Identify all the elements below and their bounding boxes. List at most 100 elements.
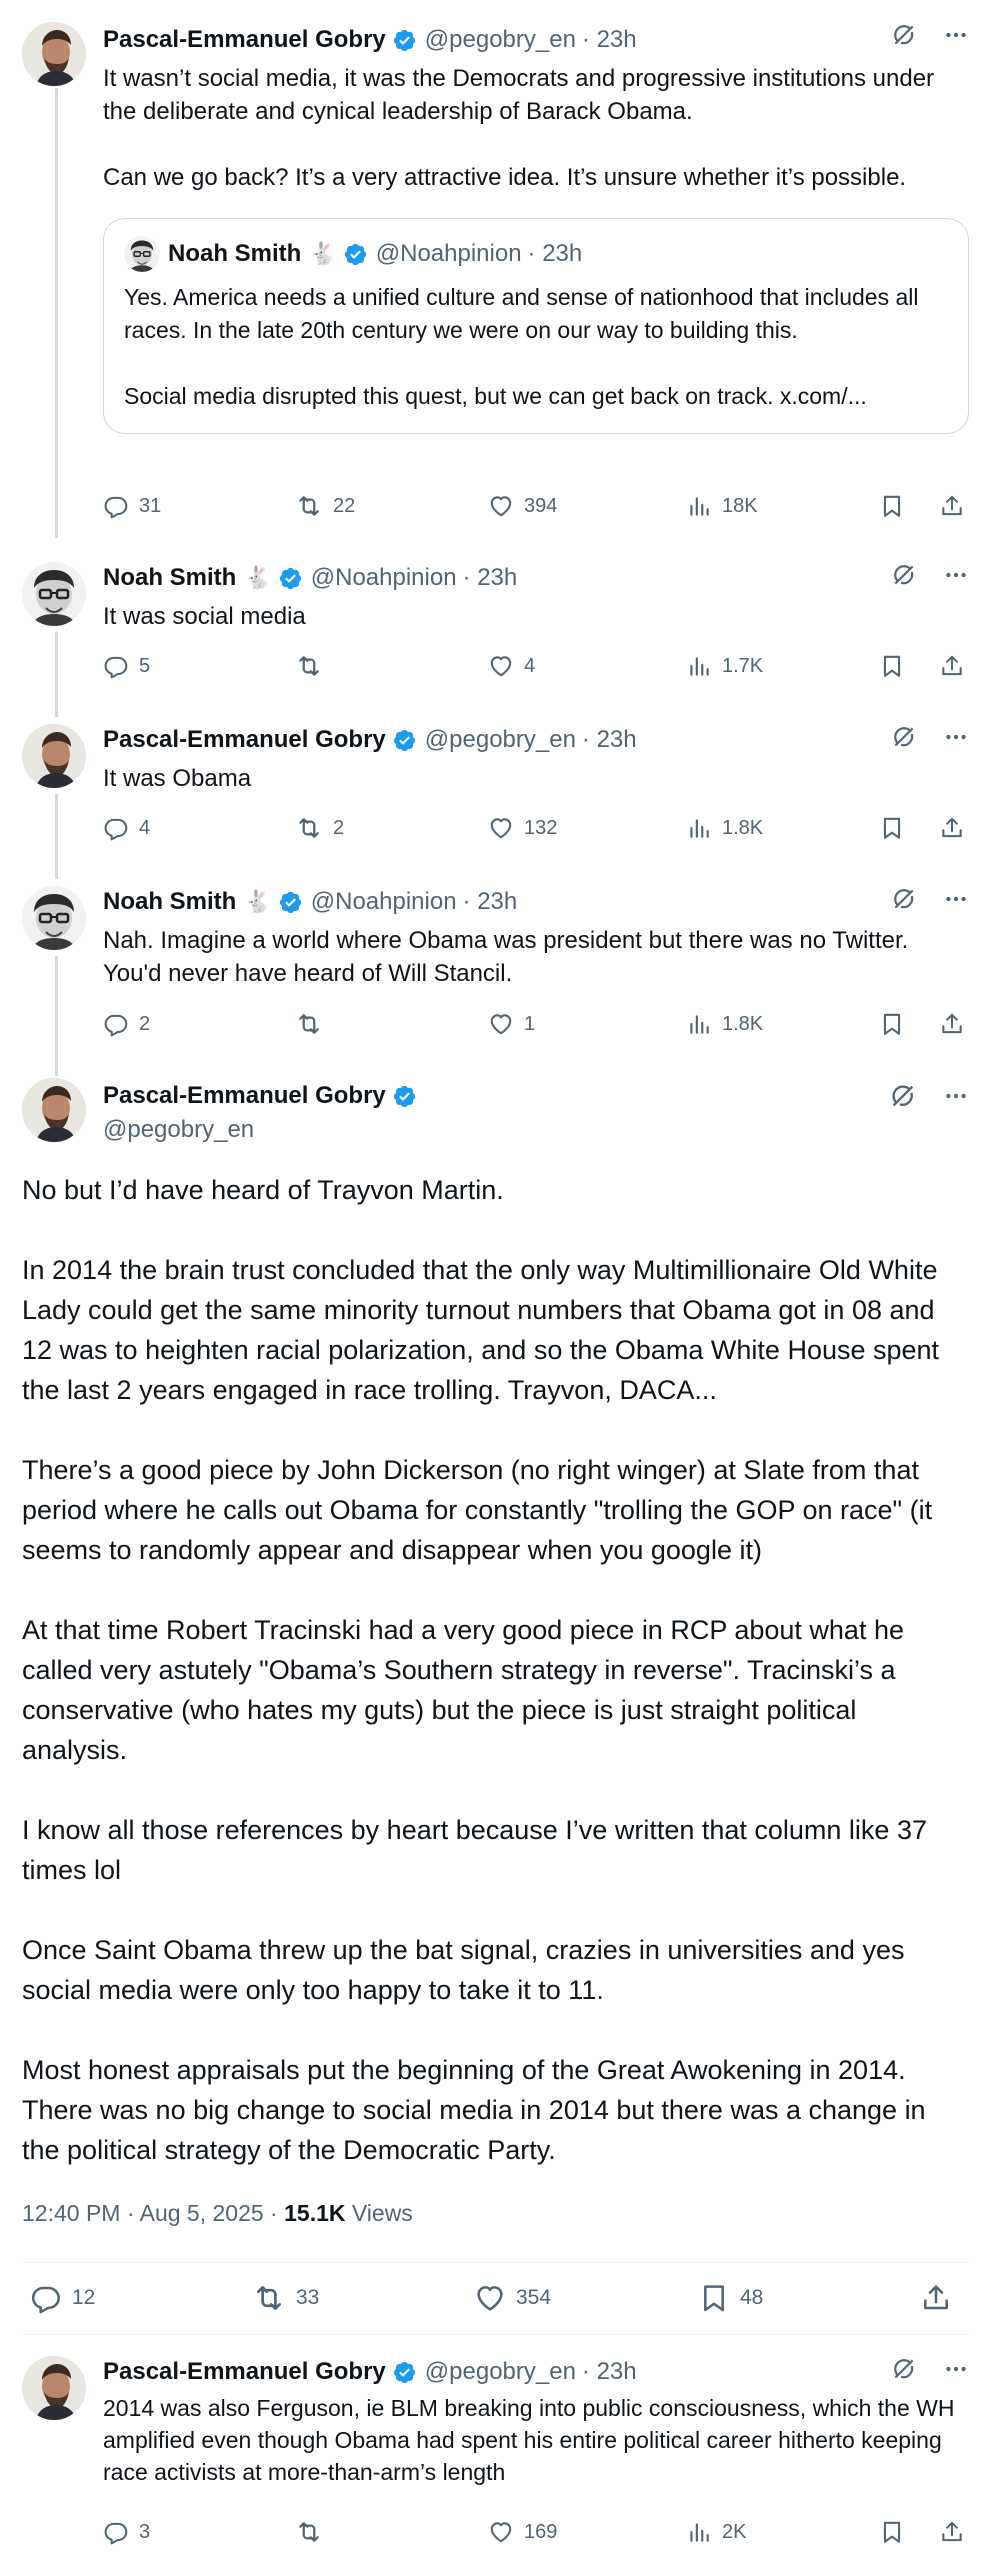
repost-count: 2 xyxy=(333,816,345,839)
thread-post[interactable]: Noah Smith 🐇 @Noahpinion · 23h It was so… xyxy=(0,540,991,702)
display-name[interactable]: Pascal-Emmanuel Gobry xyxy=(103,726,386,754)
timestamp[interactable]: · 23h xyxy=(582,2358,637,2386)
like-icon xyxy=(488,815,514,841)
views-button[interactable]: 2K xyxy=(686,2516,746,2548)
bookmark-button[interactable] xyxy=(879,1008,905,1040)
verified-badge-icon xyxy=(392,728,417,753)
bookmark-icon xyxy=(879,815,905,841)
verified-badge-icon xyxy=(343,242,368,267)
share-icon xyxy=(939,815,965,841)
display-name[interactable]: Noah Smith xyxy=(103,564,236,592)
views-button[interactable]: 1.8K xyxy=(686,812,763,844)
views-button[interactable]: 1.8K xyxy=(686,1008,763,1040)
post-timestamp[interactable]: 12:40 PM · Aug 5, 2025 · xyxy=(22,2200,284,2226)
repost-button[interactable]: 33 xyxy=(252,2278,319,2318)
handle[interactable]: @pegobry_en xyxy=(425,2358,576,2386)
reply-button[interactable]: 5 xyxy=(103,650,150,682)
like-button[interactable]: 169 xyxy=(488,2516,557,2548)
display-name[interactable]: Pascal-Emmanuel Gobry xyxy=(103,26,386,54)
like-button[interactable]: 132 xyxy=(488,812,557,844)
display-name[interactable]: Noah Smith xyxy=(103,888,236,916)
reply-icon xyxy=(30,2282,62,2314)
handle[interactable]: @pegobry_en xyxy=(103,1116,969,1144)
timestamp[interactable]: · 23h xyxy=(582,26,637,54)
quoted-post[interactable]: Noah Smith 🐇 @Noahpinion · 23h Yes. Amer… xyxy=(103,218,969,434)
rabbit-emoji: 🐇 xyxy=(244,565,272,590)
bookmark-button[interactable] xyxy=(879,2516,905,2548)
avatar[interactable] xyxy=(22,724,86,788)
like-button[interactable]: 1 xyxy=(488,1008,535,1040)
share-icon xyxy=(920,2282,952,2314)
views-count: 2K xyxy=(722,2520,747,2543)
avatar[interactable] xyxy=(22,2356,86,2420)
post-text: Nah. Imagine a world where Obama was pre… xyxy=(103,927,915,987)
quote-text: Yes. America needs a unified culture and… xyxy=(124,284,919,409)
bookmark-icon xyxy=(879,1011,905,1037)
reply-button[interactable]: 31 xyxy=(103,490,161,522)
timestamp[interactable]: · 23h xyxy=(463,888,518,916)
reply-count: 4 xyxy=(139,816,151,839)
repost-icon xyxy=(295,652,323,680)
display-name[interactable]: Pascal-Emmanuel Gobry xyxy=(103,2358,386,2386)
share-button[interactable] xyxy=(939,812,965,844)
reply-icon xyxy=(103,493,129,519)
repost-button[interactable] xyxy=(295,650,333,682)
thread-post[interactable]: Pascal-Emmanuel Gobry @pegobry_en · 23h … xyxy=(0,702,991,864)
avatar[interactable] xyxy=(22,22,86,86)
bookmark-button[interactable] xyxy=(879,490,905,522)
post-header: Noah Smith 🐇 @Noahpinion · 23h xyxy=(103,562,969,594)
handle[interactable]: @Noahpinion xyxy=(311,564,457,592)
handle[interactable]: @Noahpinion xyxy=(311,888,457,916)
display-name[interactable]: Pascal-Emmanuel Gobry xyxy=(103,1082,386,1110)
handle[interactable]: @pegobry_en xyxy=(425,726,576,754)
thread-post[interactable]: Noah Smith 🐇 @Noahpinion · 23h Nah. Imag… xyxy=(0,864,991,1060)
bookmark-button[interactable] xyxy=(879,650,905,682)
bookmark-icon xyxy=(879,2519,905,2545)
verified-badge-icon xyxy=(278,890,303,915)
bookmark-count: 48 xyxy=(740,2286,764,2309)
avatar[interactable] xyxy=(22,562,86,626)
avatar[interactable] xyxy=(22,1078,86,1142)
views-button[interactable]: 1.7K xyxy=(686,650,763,682)
share-button[interactable] xyxy=(939,650,965,682)
like-button[interactable]: 4 xyxy=(488,650,535,682)
bookmark-button[interactable]: 48 xyxy=(698,2278,763,2318)
views-count: 1.7K xyxy=(722,654,764,677)
like-icon xyxy=(488,1011,514,1037)
views-button[interactable]: 18K xyxy=(686,490,758,522)
like-button[interactable]: 354 xyxy=(474,2278,551,2318)
reply-icon xyxy=(103,653,129,679)
bookmark-button[interactable] xyxy=(879,812,905,844)
reply-button[interactable]: 3 xyxy=(103,2516,150,2548)
share-button[interactable] xyxy=(920,2278,952,2318)
reply-count: 12 xyxy=(72,2286,96,2309)
like-button[interactable]: 394 xyxy=(488,490,557,522)
repost-button[interactable] xyxy=(295,2516,333,2548)
reply-button[interactable]: 4 xyxy=(103,812,150,844)
reply-button[interactable]: 12 xyxy=(30,2278,95,2318)
share-button[interactable] xyxy=(939,2516,965,2548)
avatar[interactable] xyxy=(22,886,86,950)
reply-count: 31 xyxy=(139,494,162,517)
timestamp[interactable]: · 23h xyxy=(582,726,637,754)
repost-count: 22 xyxy=(333,494,356,517)
share-button[interactable] xyxy=(939,1008,965,1040)
share-button[interactable] xyxy=(939,490,965,522)
post-text: It was social media xyxy=(103,603,306,630)
timestamp[interactable]: · 23h xyxy=(463,564,518,592)
reply-post[interactable]: Pascal-Emmanuel Gobry @pegobry_en · 23h … xyxy=(0,2334,991,2560)
handle[interactable]: @pegobry_en xyxy=(425,26,576,54)
repost-button[interactable]: 2 xyxy=(295,812,344,844)
thread-post[interactable]: Pascal-Emmanuel Gobry @pegobry_en · 23h … xyxy=(0,0,991,540)
share-icon xyxy=(939,493,965,519)
repost-button[interactable]: 22 xyxy=(295,490,355,522)
like-count: 169 xyxy=(524,2520,558,2543)
like-icon xyxy=(474,2282,506,2314)
main-post-text: No but I’d have heard of Trayvon Martin.… xyxy=(22,1170,967,2170)
repost-icon xyxy=(295,814,323,842)
reply-icon xyxy=(103,815,129,841)
post-header: Pascal-Emmanuel Gobry xyxy=(103,1080,969,1112)
repost-button[interactable] xyxy=(295,1008,333,1040)
reply-button[interactable]: 2 xyxy=(103,1008,150,1040)
action-bar: 2 1 1.8K xyxy=(103,1008,969,1040)
